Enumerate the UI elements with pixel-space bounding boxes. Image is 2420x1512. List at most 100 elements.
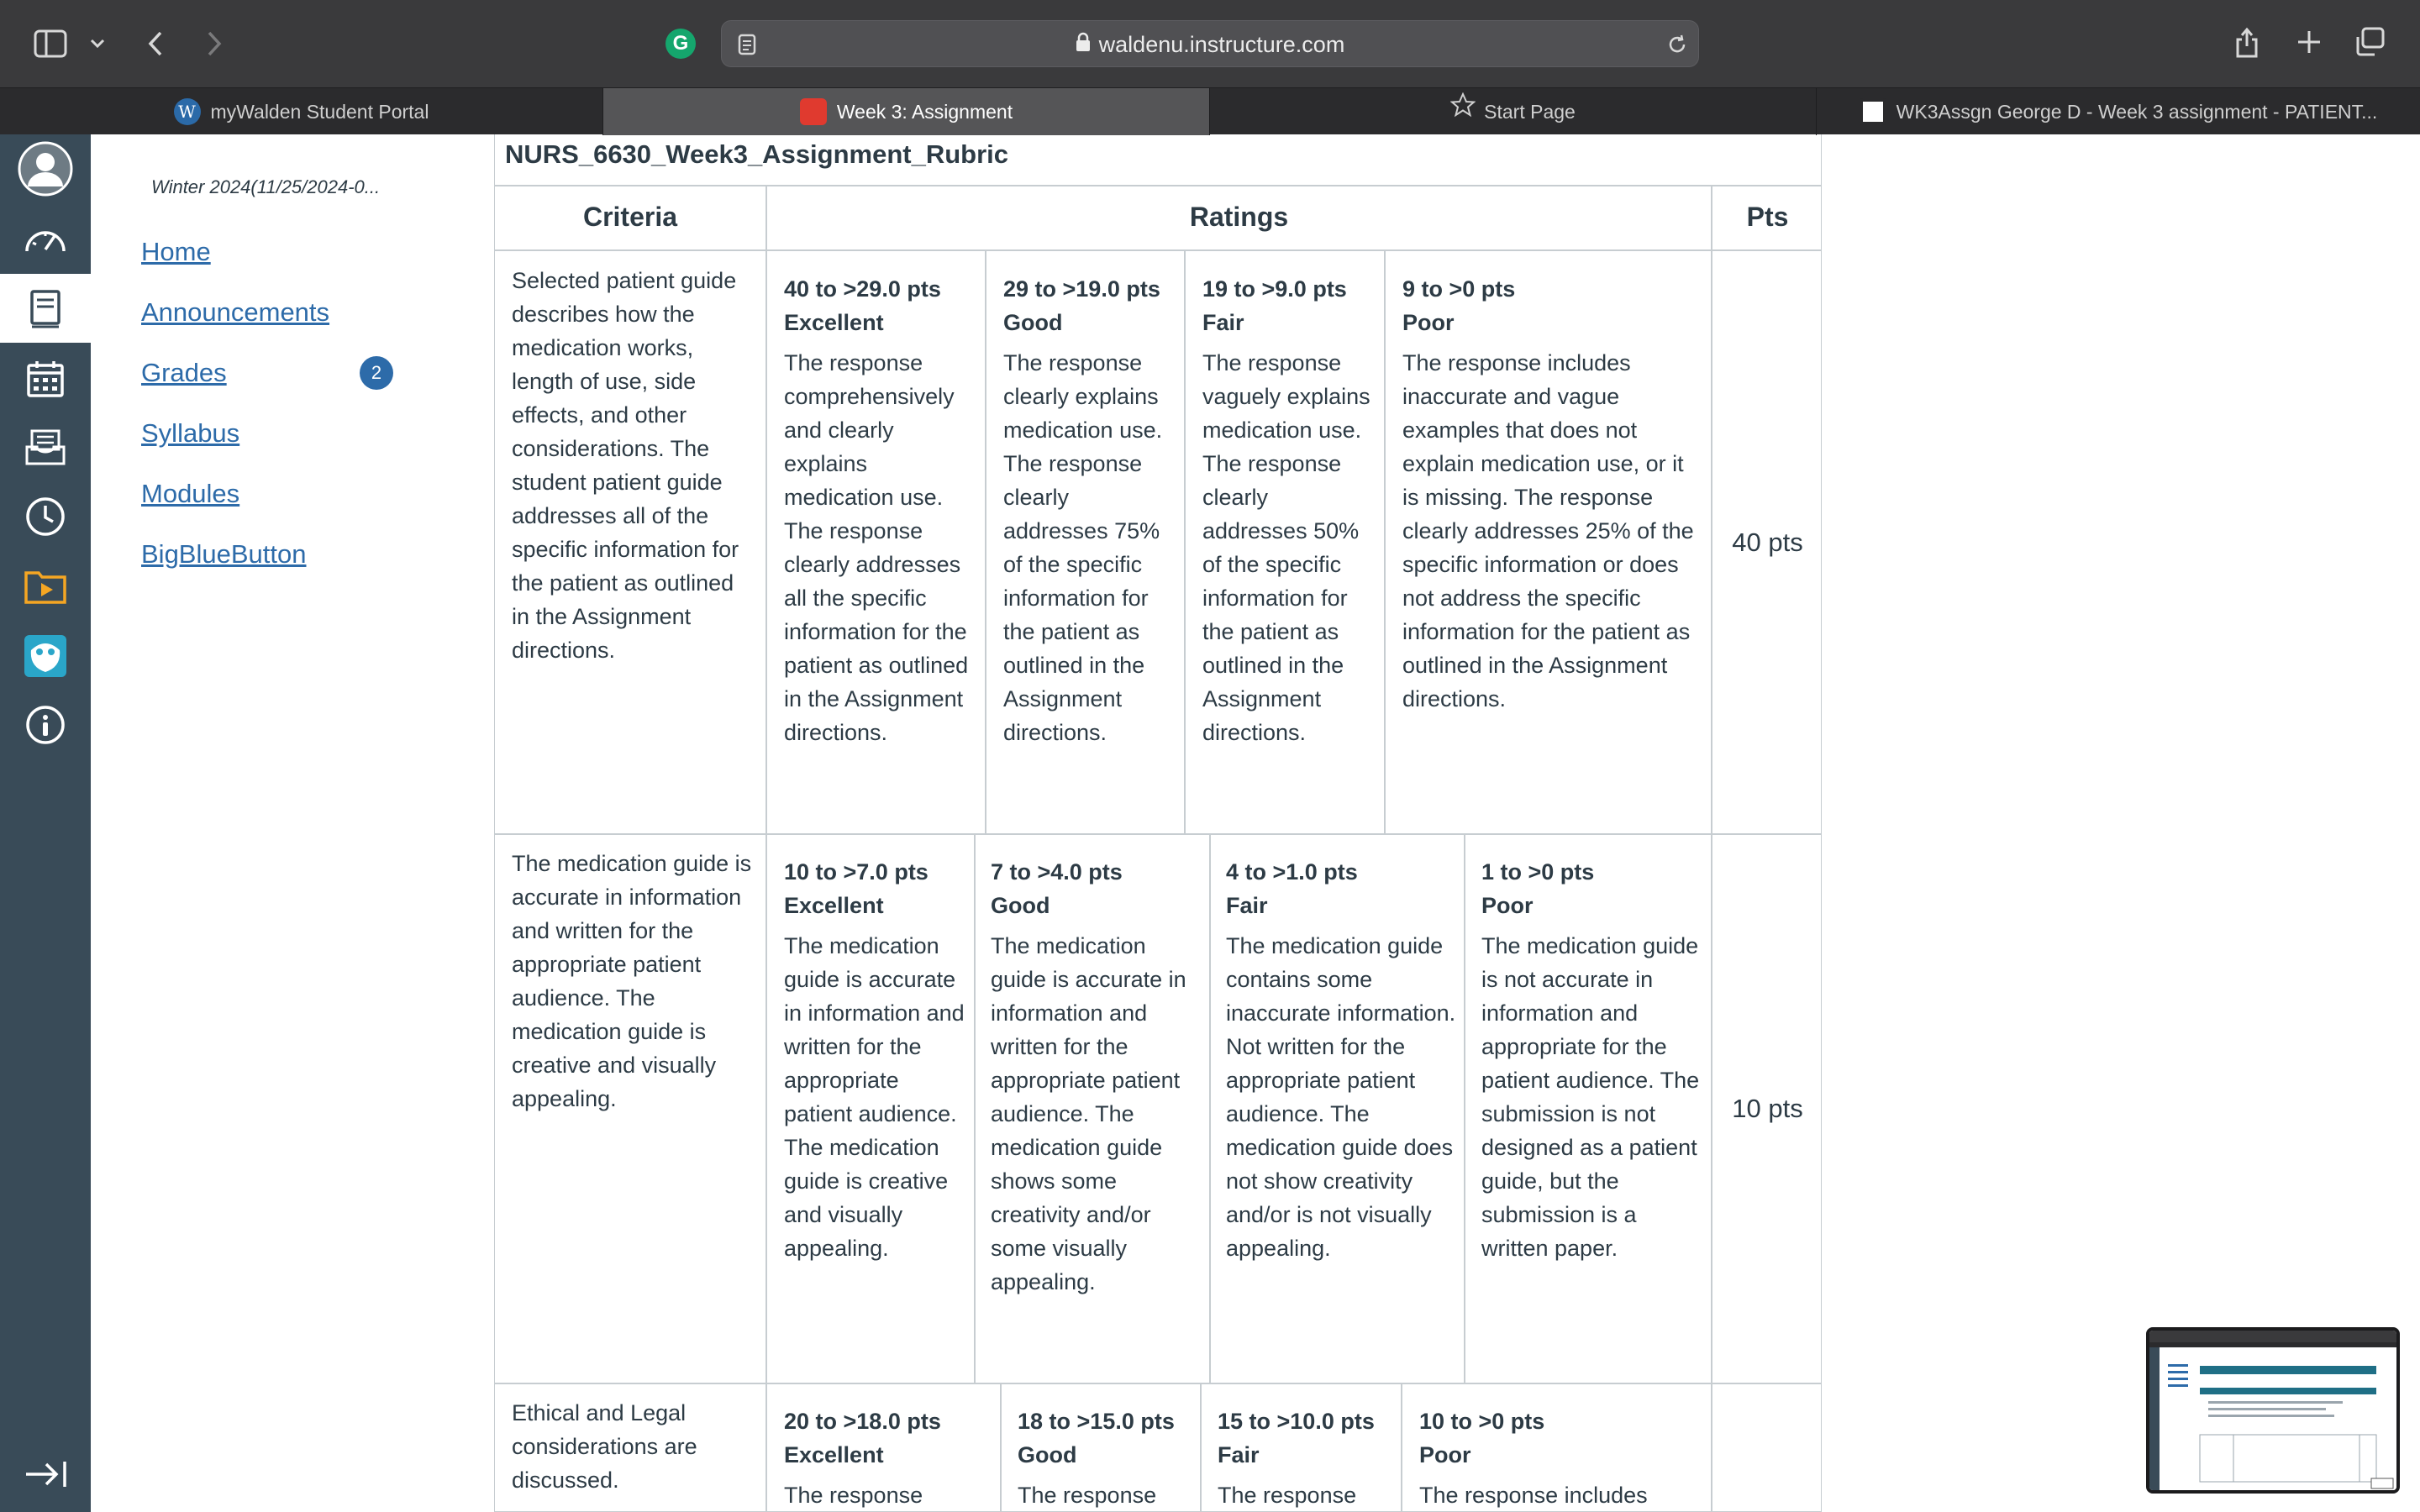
- table-rule: [495, 249, 1821, 251]
- rating-cell[interactable]: 1 to >0 pts Poor The medication guide is…: [1481, 855, 1705, 1265]
- rating-cell[interactable]: 29 to >19.0 pts Good The response clearl…: [1003, 272, 1180, 749]
- tab-label: Start Page: [1484, 101, 1576, 123]
- rating-description: The response: [1018, 1483, 1157, 1508]
- rating-divider: [1184, 250, 1186, 833]
- rubric-title: NURS_6630_Week3_Assignment_Rubric: [505, 139, 1009, 169]
- tab-overview-icon[interactable]: [2353, 25, 2386, 59]
- ratings-header: Ratings: [1189, 202, 1289, 232]
- rating-cell[interactable]: 4 to >1.0 pts Fair The medication guide …: [1226, 855, 1456, 1265]
- rating-description: The response: [784, 1483, 923, 1508]
- rating-points: 4 to >1.0 pts: [1226, 859, 1358, 885]
- rating-description: The response clearly explains medication…: [1003, 350, 1163, 745]
- rating-cell[interactable]: 9 to >0 pts Poor The response includes i…: [1402, 272, 1705, 716]
- canvas-logo-icon: [799, 97, 827, 125]
- rating-divider: [985, 250, 986, 833]
- rating-cell[interactable]: 18 to >15.0 pts Good The response: [1018, 1404, 1194, 1511]
- url-text: waldenu.instructure.com: [1098, 32, 1345, 57]
- inbox-icon[interactable]: [0, 413, 91, 482]
- chevron-down-icon[interactable]: [87, 30, 108, 57]
- global-navigation: [0, 134, 91, 1512]
- forward-icon[interactable]: [202, 27, 227, 60]
- grammarly-icon[interactable]: G: [666, 29, 696, 59]
- rating-level: Excellent: [784, 310, 884, 335]
- rating-cell[interactable]: 15 to >10.0 pts Fair The response: [1218, 1404, 1394, 1511]
- criterion-description: The medication guide is accurate in info…: [512, 851, 752, 1111]
- rating-level: Poor: [1481, 893, 1534, 918]
- courses-icon[interactable]: [0, 274, 91, 343]
- course-navigation: Winter 2024(11/25/2024-0... Home Announc…: [91, 134, 494, 1512]
- rating-cell[interactable]: 40 to >29.0 pts Excellent The response c…: [784, 272, 976, 749]
- document-logo-icon: [1859, 97, 1886, 125]
- rating-level: Fair: [1218, 1442, 1260, 1467]
- rating-level: Excellent: [784, 1442, 884, 1467]
- tab-start-page[interactable]: Start Page: [1210, 88, 1817, 135]
- url-display[interactable]: waldenu.instructure.com: [722, 21, 1698, 68]
- tab-wk3assgn[interactable]: WK3Assgn George D - Week 3 assignment - …: [1817, 88, 2420, 135]
- rating-points: 20 to >18.0 pts: [784, 1409, 941, 1434]
- course-term: Winter 2024(11/25/2024-0...: [151, 176, 381, 197]
- studio-icon[interactable]: [0, 551, 91, 620]
- criterion-description: Ethical and Legal considerations are dis…: [512, 1400, 697, 1493]
- new-tab-icon[interactable]: [2294, 27, 2324, 57]
- criterion-description: Selected patient guide describes how the…: [512, 268, 739, 663]
- history-icon[interactable]: [0, 482, 91, 551]
- rating-points: 18 to >15.0 pts: [1018, 1409, 1175, 1434]
- rating-points: 29 to >19.0 pts: [1003, 276, 1160, 302]
- rating-level: Excellent: [784, 893, 884, 918]
- collapse-nav-icon[interactable]: [0, 1440, 91, 1509]
- tutoring-icon[interactable]: [0, 622, 91, 690]
- address-bar[interactable]: waldenu.instructure.com: [721, 20, 1699, 67]
- rating-cell[interactable]: 7 to >4.0 pts Good The medication guide …: [991, 855, 1201, 1299]
- rating-level: Good: [1003, 310, 1063, 335]
- thumbnail-preview-image: [2149, 1331, 2396, 1490]
- course-nav-bigbluebutton[interactable]: BigBlueButton: [141, 539, 306, 570]
- rating-cell[interactable]: 10 to >0 pts Poor The response includes: [1419, 1404, 1705, 1511]
- screenshot-thumbnail[interactable]: [2146, 1327, 2400, 1494]
- rating-points: 10 to >7.0 pts: [784, 859, 929, 885]
- table-rule: [495, 185, 1821, 186]
- tab-label: myWalden Student Portal: [210, 101, 429, 123]
- course-nav-modules[interactable]: Modules: [141, 479, 239, 509]
- table-rule: [1711, 186, 1712, 1511]
- course-nav-announcements[interactable]: Announcements: [141, 297, 329, 328]
- rating-divider: [1401, 1383, 1402, 1511]
- tab-label: Week 3: Assignment: [836, 101, 1013, 123]
- rating-points: 9 to >0 pts: [1402, 276, 1516, 302]
- criteria-header: Criteria: [582, 202, 678, 232]
- rating-description: The response comprehensively and clearly…: [784, 350, 969, 745]
- help-icon[interactable]: [0, 690, 91, 759]
- rating-description: The medication guide is accurate in info…: [991, 933, 1186, 1294]
- account-avatar[interactable]: [0, 134, 91, 203]
- rubric-table: NURS_6630_Week3_Assignment_Rubric Criter…: [494, 134, 1822, 1512]
- rating-description: The medication guide is accurate in info…: [784, 933, 965, 1261]
- rating-points: 15 to >10.0 pts: [1218, 1409, 1375, 1434]
- table-rule: [495, 1383, 1821, 1384]
- rating-cell[interactable]: 20 to >18.0 pts Excellent The response: [784, 1404, 994, 1511]
- calendar-icon[interactable]: [0, 344, 91, 413]
- rating-description: The response includes: [1419, 1483, 1648, 1508]
- table-rule: [765, 186, 767, 1511]
- dashboard-icon[interactable]: [0, 205, 91, 274]
- reload-icon[interactable]: [1665, 32, 1690, 57]
- rating-description: The medication guide contains some inacc…: [1226, 933, 1456, 1261]
- course-nav-syllabus[interactable]: Syllabus: [141, 418, 239, 449]
- sidebar-toggle-icon[interactable]: [32, 27, 69, 60]
- share-icon[interactable]: [2232, 24, 2262, 60]
- rating-points: 10 to >0 pts: [1419, 1409, 1545, 1434]
- rating-level: Fair: [1202, 310, 1244, 335]
- course-nav-grades[interactable]: Grades: [141, 358, 227, 388]
- back-icon[interactable]: [143, 27, 168, 60]
- criterion-points: 10 pts: [1732, 1094, 1803, 1123]
- tab-week3-assignment[interactable]: Week 3: Assignment: [603, 88, 1210, 135]
- course-nav-home[interactable]: Home: [141, 237, 211, 267]
- rating-cell[interactable]: 19 to >9.0 pts Fair The response vaguely…: [1202, 272, 1379, 749]
- rating-cell[interactable]: 10 to >7.0 pts Excellent The medication …: [784, 855, 965, 1265]
- tab-mywalden[interactable]: WmyWalden Student Portal: [0, 88, 603, 135]
- star-icon: [1449, 88, 1476, 134]
- rating-divider: [1384, 250, 1386, 833]
- rating-level: Fair: [1226, 893, 1268, 918]
- browser-toolbar: G waldenu.instructure.com: [0, 0, 2420, 87]
- rating-points: 40 to >29.0 pts: [784, 276, 941, 302]
- rating-divider: [974, 834, 976, 1383]
- rating-level: Good: [991, 893, 1050, 918]
